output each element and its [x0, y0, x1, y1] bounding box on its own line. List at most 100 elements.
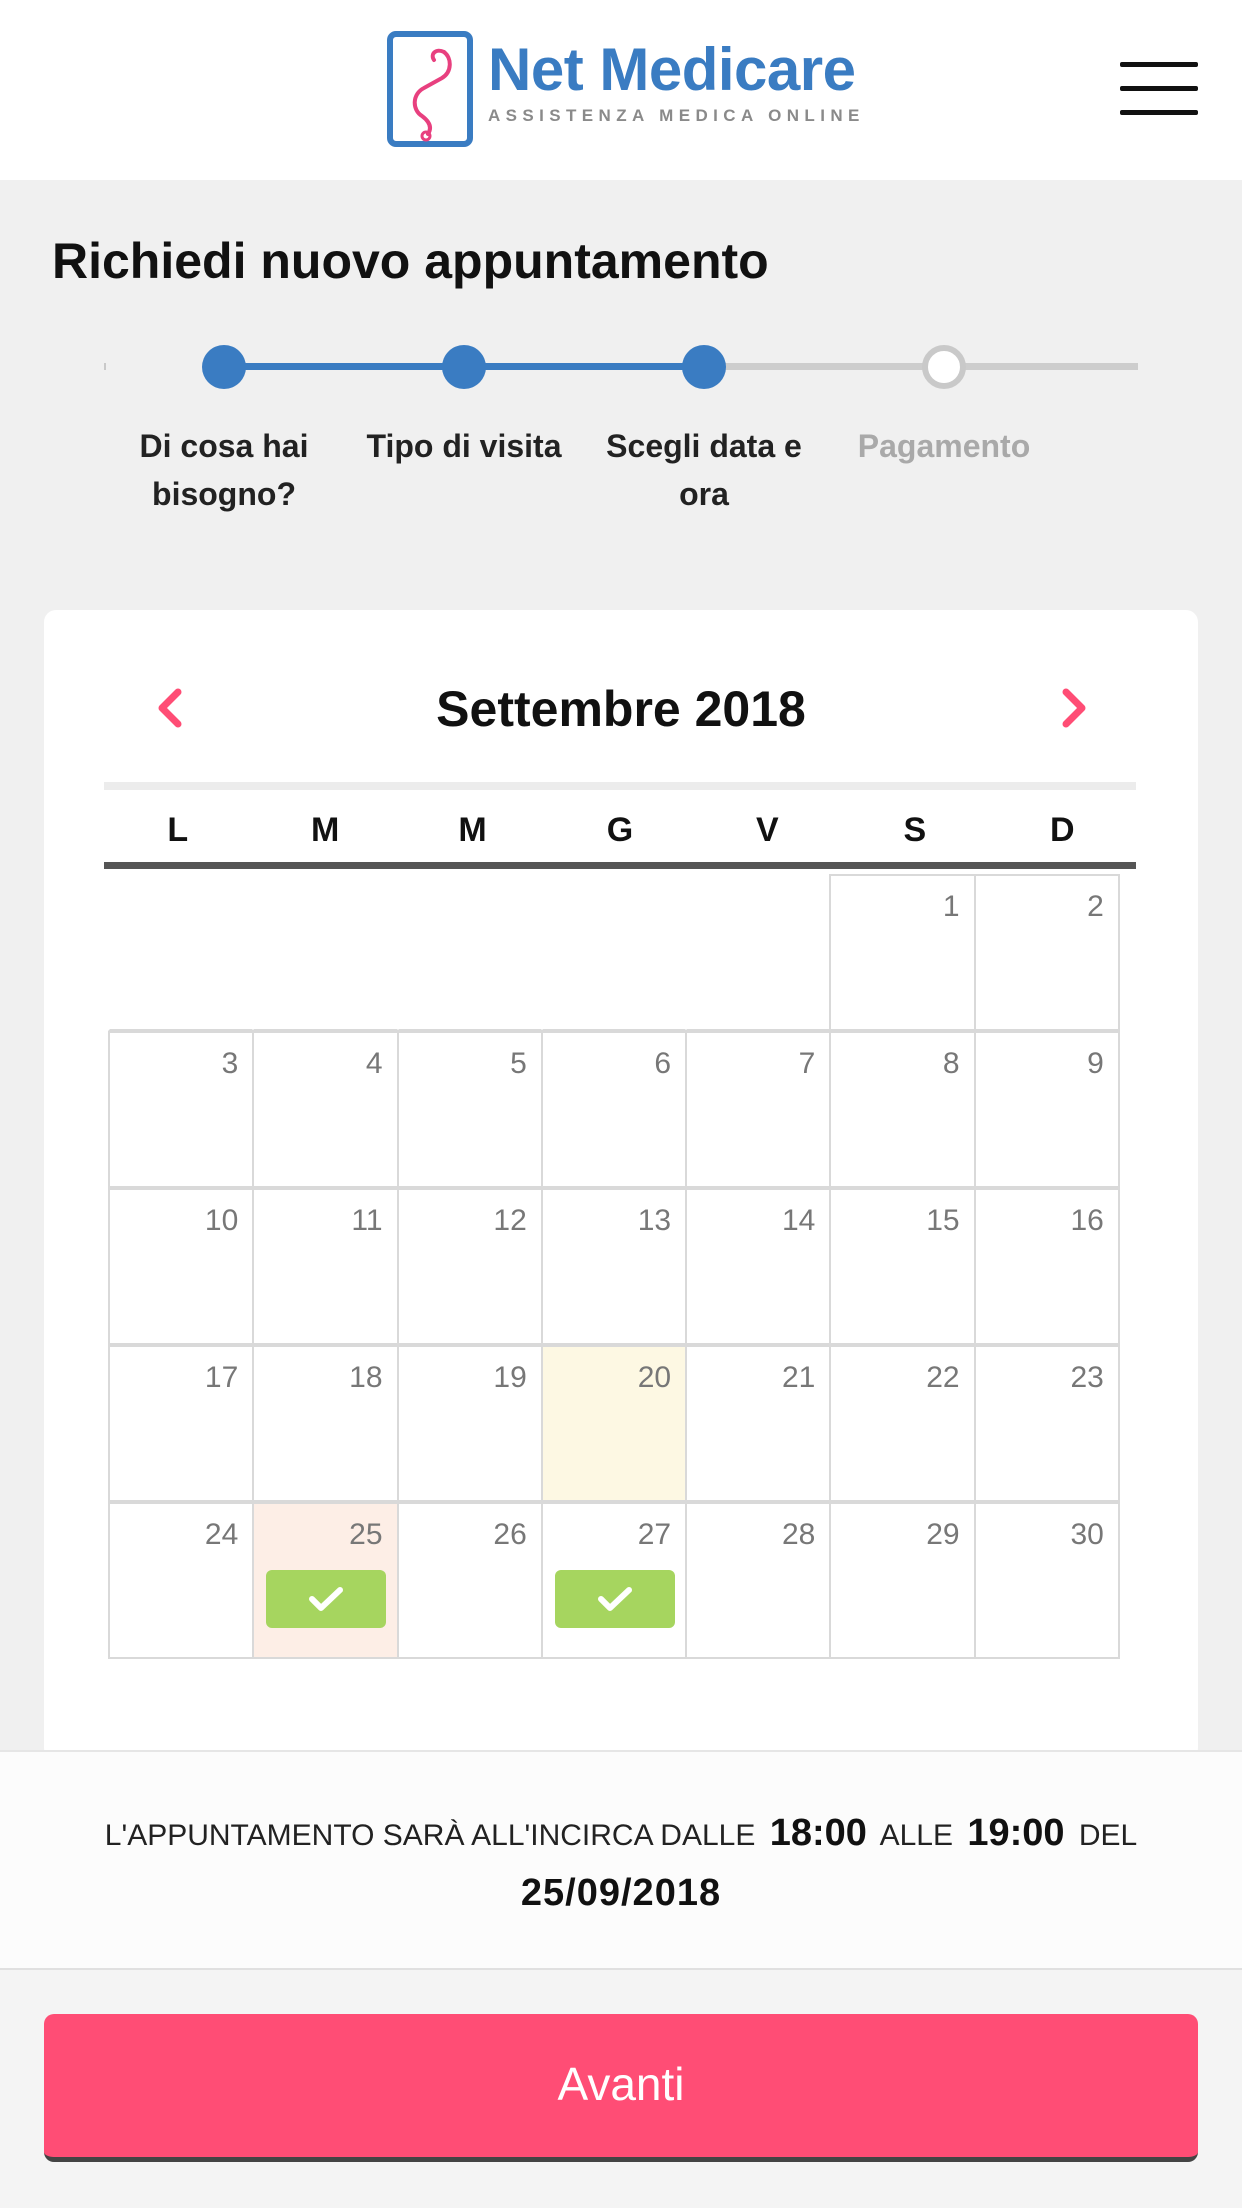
calendar-day-23[interactable]: 23 [973, 1345, 1120, 1502]
day-number: 18 [349, 1361, 383, 1394]
available-slot-button[interactable] [554, 1570, 675, 1628]
calendar-week-row: 10 11 12 13 14 15 16 [108, 1188, 1132, 1345]
calendar-card: Settembre 2018 L M M G V S D 1 2 3 4 5 6 7 8 9 10… [44, 610, 1198, 1760]
calendar-day-27[interactable]: 27 [540, 1502, 688, 1659]
calendar-week-row: 17 18 19 20 21 22 23 [108, 1345, 1132, 1502]
weekday-label: D [1049, 811, 1075, 849]
day-number: 4 [365, 1047, 383, 1080]
calendar-day-2[interactable]: 2 [973, 874, 1120, 1031]
day-number: 20 [637, 1361, 672, 1394]
calendar-empty-cell [685, 874, 832, 1031]
calendar-day-24[interactable]: 24 [108, 1502, 255, 1659]
calendar-day-21[interactable]: 21 [685, 1345, 832, 1502]
day-number: 9 [1087, 1047, 1104, 1080]
checkmark-icon [309, 1587, 344, 1611]
day-number: 28 [781, 1518, 816, 1551]
calendar-week-row: 12 [108, 874, 1132, 1031]
calendar-day-15[interactable]: 15 [829, 1188, 976, 1345]
day-number: 13 [637, 1204, 672, 1237]
calendar-day-26[interactable]: 26 [396, 1502, 543, 1659]
weekday-label: G [606, 811, 634, 849]
logo[interactable]: Net Medicare ASSISTENZA MEDICA ONLINE [386, 30, 865, 148]
step-2-label: Tipo di visita [366, 428, 562, 464]
page-title: Richiedi nuovo appuntamento [52, 233, 769, 289]
stepper-line-start [104, 363, 106, 370]
calendar-day-3[interactable]: 3 [108, 1031, 255, 1188]
logo-subtitle: ASSISTENZA MEDICA ONLINE [488, 106, 865, 125]
day-number: 1 [942, 890, 960, 923]
day-number: 10 [204, 1204, 239, 1237]
step-1-label: Di cosa hai bisogno? [139, 428, 309, 512]
day-number: 27 [637, 1518, 672, 1551]
weekday-bar-top [104, 782, 1136, 790]
calendar-empty-cell [252, 874, 399, 1031]
calendar-day-19[interactable]: 19 [396, 1345, 543, 1502]
calendar-grid: 1 2 3 4 5 6 7 8 9 10 11 12 13 14 15 16 17 18 19 20 21 22 23 24 2… [108, 874, 1132, 1659]
day-number: 3 [221, 1047, 239, 1080]
calendar-header: Settembre 2018 [44, 670, 1198, 750]
day-number: 12 [493, 1204, 527, 1237]
day-number: 25 [349, 1518, 383, 1551]
calendar-day-28[interactable]: 28 [685, 1502, 832, 1659]
day-number: 29 [926, 1518, 960, 1551]
appointment-date: 25/09/2018 [520, 1872, 722, 1914]
calendar-day-22[interactable]: 22 [829, 1345, 976, 1502]
day-number: 17 [204, 1361, 239, 1394]
day-number: 26 [493, 1518, 527, 1551]
step-4-label: Pagamento [857, 428, 1031, 464]
weekday-label: M [458, 811, 487, 849]
calendar-day-1[interactable]: 1 [829, 874, 976, 1031]
calendar-day-9[interactable]: 9 [973, 1031, 1120, 1188]
calendar-empty-cell [540, 874, 688, 1031]
step-3-label: Scegli data e ora [606, 428, 802, 512]
calendar-day-18[interactable]: 18 [252, 1345, 399, 1502]
available-slot-button[interactable] [266, 1570, 387, 1628]
weekday-label: L [167, 811, 189, 849]
calendar-day-5[interactable]: 5 [396, 1031, 543, 1188]
chevron-right-icon[interactable] [1048, 678, 1098, 738]
calendar-day-6[interactable]: 6 [540, 1031, 688, 1188]
calendar-day-4[interactable]: 4 [252, 1031, 399, 1188]
calendar-day-29[interactable]: 29 [829, 1502, 976, 1659]
hamburger-menu-icon[interactable] [1120, 62, 1198, 118]
calendar-empty-cell [396, 874, 543, 1031]
calendar-day-16[interactable]: 16 [973, 1188, 1120, 1345]
weekday-bar-bottom [104, 862, 1136, 869]
info-prefix: L'APPUNTAMENTO SARÀ ALL'INCIRCA DALLE [104, 1819, 756, 1852]
step-1-dot [202, 345, 246, 389]
calendar-day-10[interactable]: 10 [108, 1188, 255, 1345]
info-middle: ALLE [879, 1819, 953, 1852]
day-number: 8 [942, 1047, 960, 1080]
calendar-day-8[interactable]: 8 [829, 1031, 976, 1188]
day-number: 11 [351, 1204, 383, 1237]
day-number: 15 [926, 1204, 960, 1237]
day-number: 22 [926, 1361, 960, 1394]
calendar-day-30[interactable]: 30 [973, 1502, 1120, 1659]
day-number: 14 [781, 1204, 816, 1237]
calendar-day-13[interactable]: 13 [540, 1188, 688, 1345]
calendar-week-row: 3 4 5 6 7 8 9 [108, 1031, 1132, 1188]
next-button[interactable]: Avanti [44, 2014, 1198, 2162]
calendar-day-7[interactable]: 7 [685, 1031, 832, 1188]
day-number: 2 [1087, 890, 1104, 923]
day-number: 23 [1070, 1361, 1104, 1394]
calendar-day-17[interactable]: 17 [108, 1345, 255, 1502]
step-2-dot [442, 345, 486, 389]
bottom-bar: Avanti [0, 1968, 1242, 2208]
calendar-day-11[interactable]: 11 [252, 1188, 399, 1345]
calendar-day-12[interactable]: 12 [396, 1188, 543, 1345]
progress-stepper: Di cosa hai bisogno? Tipo di visita Sceg… [0, 330, 1242, 530]
end-time: 19:00 [967, 1812, 1065, 1854]
stepper-line-todo [704, 363, 1138, 370]
start-time: 18:00 [769, 1812, 867, 1854]
weekday-label: V [756, 811, 779, 849]
day-number: 16 [1070, 1204, 1104, 1237]
day-number: 30 [1070, 1518, 1104, 1551]
calendar-day-14[interactable]: 14 [685, 1188, 832, 1345]
calendar-day-20[interactable]: 20 [540, 1345, 688, 1502]
calendar-day-25[interactable]: 25 [252, 1502, 399, 1659]
step-4-dot [922, 345, 966, 389]
appointment-info-panel: L'APPUNTAMENTO SARÀ ALL'INCIRCA DALLE 18… [0, 1750, 1242, 1968]
appointment-time-line: L'APPUNTAMENTO SARÀ ALL'INCIRCA DALLE 18… [0, 1812, 1242, 1855]
logo-title: Net Medicare [488, 36, 856, 103]
